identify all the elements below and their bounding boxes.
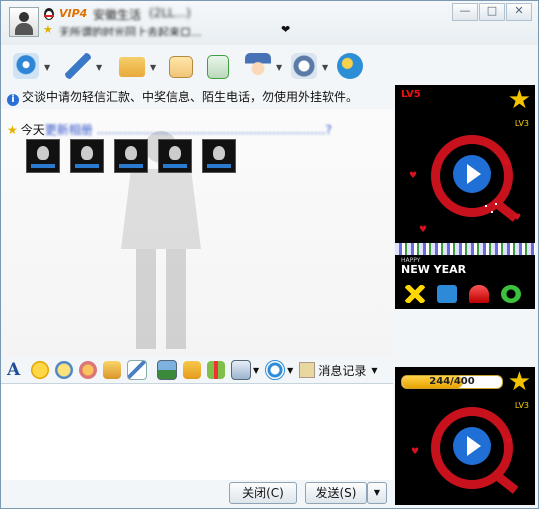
chevron-down-icon[interactable]: ▼ [44, 63, 50, 72]
doodle-icon[interactable] [127, 360, 147, 380]
action-bar: 关闭(C) 发送(S) ▼ [1, 479, 393, 508]
image-icon[interactable] [157, 360, 177, 380]
qq-space-icon [337, 53, 363, 79]
folder-icon [119, 57, 145, 77]
chevron-down-icon[interactable]: ▼ [253, 366, 259, 375]
close-button[interactable]: 关闭(C) [229, 482, 297, 504]
chevron-down-icon[interactable]: ▼ [371, 366, 377, 375]
level-badge: LV5 [401, 89, 421, 100]
play-icon [453, 427, 491, 465]
title-bar: VIP4 安徽生活 (2LL...) ★ 无所谓的时光回上去起来口... ❤ —… [1, 1, 538, 45]
chat-toolbar: ▼ ▼ ▼ ▼ ▼ [1, 49, 391, 85]
progress-text: 244/400 [429, 376, 475, 387]
chat-window: VIP4 安徽生活 (2LL...) ★ 无所谓的时光回上去起来口... ❤ —… [0, 0, 539, 509]
contact-nickname-extra: (2LL...) [149, 6, 191, 20]
history-icon [299, 362, 316, 378]
photo-thumbnail[interactable] [70, 139, 104, 173]
chevron-down-icon[interactable]: ▼ [287, 366, 293, 375]
contact-nickname: 安徽生活 [93, 8, 142, 22]
nudge-icon[interactable] [103, 361, 121, 379]
space-update-prefix: 今天 [20, 123, 45, 137]
message-history-button[interactable]: 消息记录 ▼ [299, 362, 377, 379]
message-history-area[interactable]: ★ 今天更新相册 ................................… [1, 109, 393, 357]
brand-band [395, 243, 535, 255]
gem-icon [469, 285, 489, 303]
music-icon[interactable] [183, 361, 201, 379]
photo-thumbnail[interactable] [26, 139, 60, 173]
format-toolbar: A ▼ ▼ 消息记录 ▼ [1, 358, 393, 382]
envelope-icon [169, 56, 193, 78]
qq-video-logo [431, 135, 519, 222]
star-level: LV3 [514, 401, 529, 410]
star-icon: ★ [7, 123, 18, 137]
minimize-button[interactable]: — [452, 3, 478, 21]
magic-emoticon-icon[interactable] [55, 361, 73, 379]
photo-thumbnail[interactable] [114, 139, 148, 173]
webcam-icon [13, 53, 39, 79]
maximize-button[interactable]: □ [479, 3, 505, 21]
photo-thumbnails [26, 139, 246, 173]
refresh-icon [501, 285, 521, 303]
new-year-text: NEW YEAR [401, 263, 467, 276]
add-page-icon [207, 55, 229, 79]
ad-icons [405, 285, 533, 303]
chevron-down-icon[interactable]: ▼ [276, 63, 282, 72]
avatar-face [19, 12, 29, 22]
scene-icon[interactable] [79, 361, 97, 379]
gift-icon[interactable] [207, 361, 225, 379]
history-label: 消息记录 [318, 363, 367, 378]
font-button[interactable]: A [7, 361, 25, 379]
photo-thumbnail[interactable] [158, 139, 192, 173]
qq-penguin-icon [44, 8, 54, 20]
security-notice: i 交谈中请勿轻信汇款、中奖信息、陌生电话，勿使用外挂软件。 [7, 89, 359, 106]
star-icon: ★ LV3 [508, 87, 531, 128]
signature-star-icon: ★ [43, 23, 53, 36]
chevron-down-icon[interactable]: ▼ [150, 63, 156, 72]
photo-thumbnail[interactable] [202, 139, 236, 173]
info-icon: i [7, 94, 19, 106]
send-button[interactable]: 发送(S) [305, 482, 367, 504]
space-update-message[interactable]: ★ 今天更新相册 ................................… [7, 121, 332, 138]
star-level: LV3 [514, 119, 529, 128]
avatar-body [15, 23, 33, 35]
message-input[interactable] [1, 383, 393, 480]
ad-banner-bottom[interactable]: 244/400 ★ LV3 ♥ ♥ [395, 367, 535, 505]
vip-badge: VIP4 [59, 7, 88, 20]
space-update-text[interactable]: 更新相册 ...................................… [45, 121, 332, 138]
emoticon-icon[interactable] [31, 361, 49, 379]
ad-banner-top[interactable]: LV5 ★ LV3 ♥ ♥ ♥ ♥ HAPPY NEW YEAR [395, 85, 535, 309]
chevron-down-icon[interactable]: ▼ [322, 63, 328, 72]
qq-video-logo [431, 407, 519, 494]
contact-avatar[interactable] [9, 7, 39, 37]
chevron-down-icon[interactable]: ▼ [96, 63, 102, 72]
shirt-icon [437, 285, 457, 303]
play-icon [453, 155, 491, 193]
payment-icon[interactable] [265, 360, 286, 380]
app-panel-icon [291, 53, 317, 79]
star-icon: ★ LV3 [508, 369, 531, 410]
screenshot-icon[interactable] [231, 360, 251, 380]
contact-signature: 无所谓的时光回上去起来口... [59, 26, 202, 36]
level-progress: 244/400 [401, 375, 503, 389]
window-controls: — □ ✕ [451, 3, 532, 21]
notice-text: 交谈中请勿轻信汇款、中奖信息、陌生电话，勿使用外挂软件。 [22, 90, 359, 104]
officer-icon [245, 53, 271, 79]
close-window-button[interactable]: ✕ [506, 3, 532, 21]
heart-icon: ❤ [281, 23, 291, 36]
microphone-icon [65, 53, 91, 79]
sparkle-icon [405, 285, 425, 303]
send-options-button[interactable]: ▼ [367, 482, 387, 504]
